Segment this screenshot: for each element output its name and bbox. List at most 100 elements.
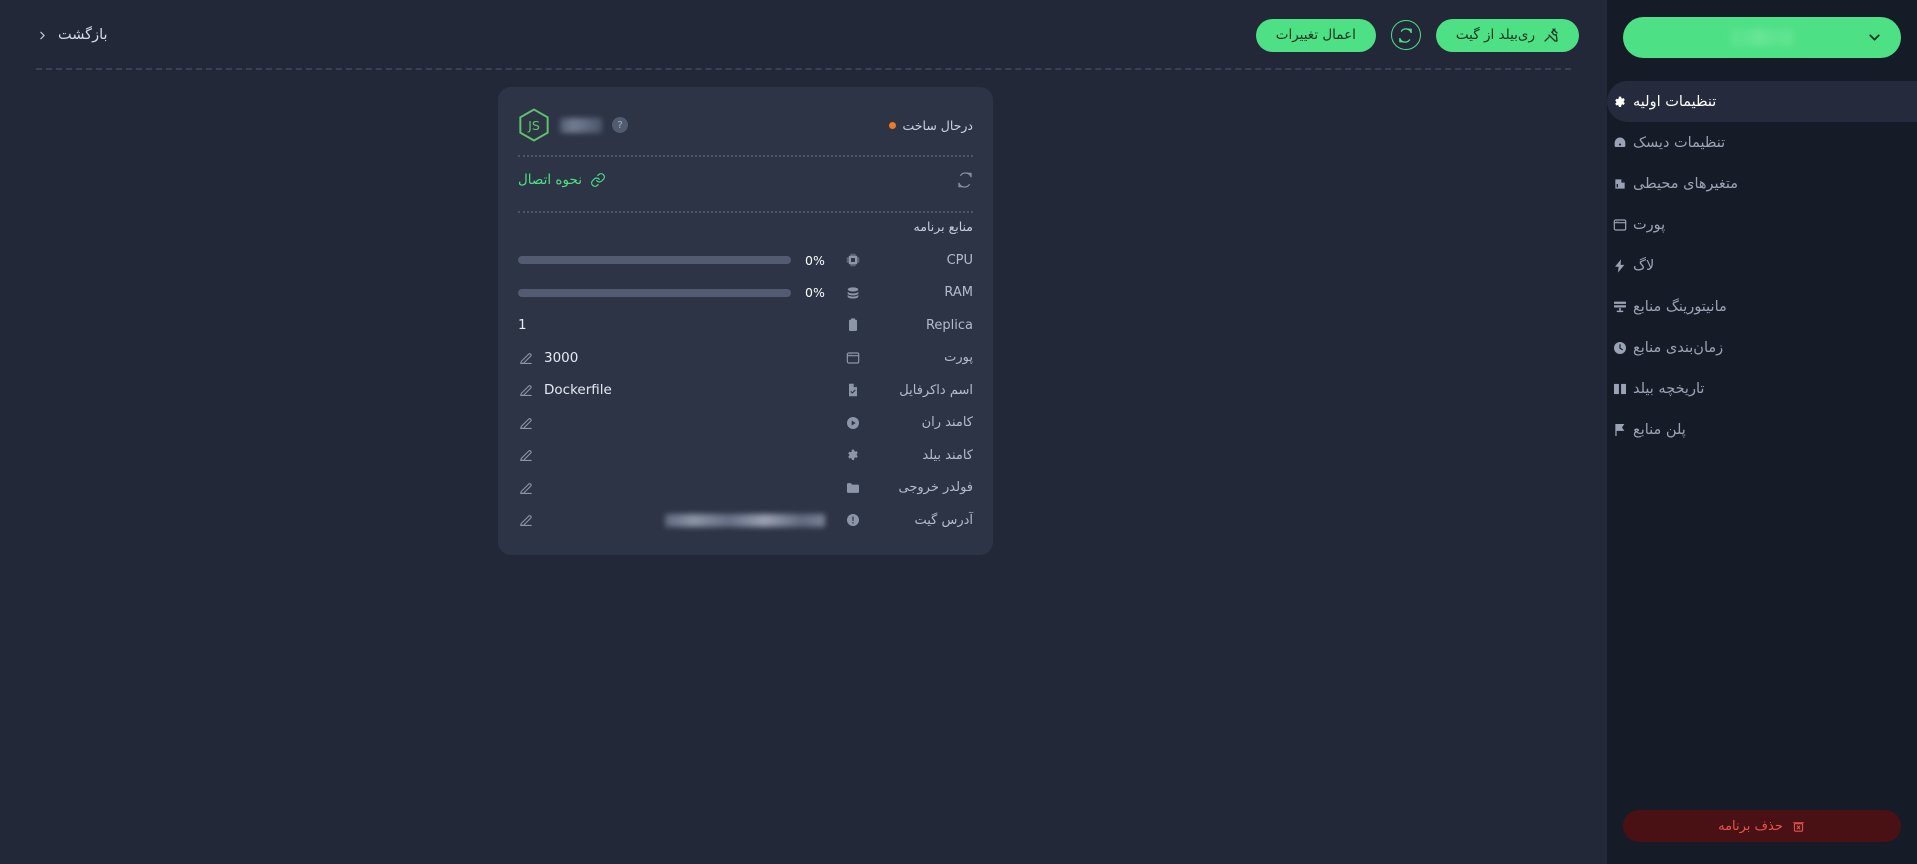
content-area: درحال ساخت ? JS نحوه اتصال منابع برنامه …	[0, 70, 1607, 864]
row-value-group: 1	[518, 317, 845, 333]
progress-group: 0%	[518, 253, 839, 268]
progress-group: 0%	[518, 285, 839, 300]
nodejs-hexagon-icon: JS	[519, 108, 549, 142]
delete-app-label: حذف برنامه	[1718, 818, 1783, 834]
status-label: درحال ساخت	[902, 117, 973, 133]
status-dot-icon	[888, 121, 896, 129]
chevron-down-icon	[1866, 29, 1883, 46]
sidebar-item-7[interactable]: زمان‌بندی منابع	[1607, 327, 1917, 368]
bolt-icon	[1607, 258, 1633, 274]
row-label: فولدر خروجی	[898, 480, 973, 496]
value-group	[518, 480, 839, 496]
tools-icon	[1544, 28, 1558, 42]
gear-icon	[845, 447, 861, 463]
sidebar-item-label: تنظیمات اولیه	[1633, 93, 1717, 110]
value-group: Dockerfile	[518, 382, 839, 398]
row-value: Dockerfile	[544, 382, 612, 399]
value-group	[518, 447, 839, 463]
file-check-icon	[845, 382, 861, 398]
rebuild-from-git-label: ری‌بیلد از گیت	[1455, 27, 1535, 43]
clock-icon	[1607, 340, 1633, 356]
row-label: CPU	[946, 252, 973, 268]
toolbar-actions: اعمال تغییرات ری‌بیلد از گیت	[1255, 18, 1579, 52]
chevron-left-icon	[40, 31, 45, 39]
row-label-group: آدرس گیت	[845, 512, 973, 528]
refresh-button[interactable]	[1390, 20, 1421, 50]
resource-row: CPU 0%	[518, 244, 973, 277]
back-button[interactable]: بازگشت	[36, 27, 108, 43]
sidebar-item-label: تاریخچه بیلد	[1633, 380, 1705, 397]
row-label: پورت	[944, 350, 973, 366]
gear-icon	[1607, 94, 1633, 110]
sidebar-item-1[interactable]: تنظیمات اولیه	[1607, 81, 1917, 122]
resource-row: اسم داکرفایل Dockerfile	[518, 374, 973, 407]
row-value-group: Dockerfile	[518, 382, 845, 398]
resource-row: RAM 0%	[518, 277, 973, 310]
rebuild-from-git-button[interactable]: ری‌بیلد از گیت	[1435, 18, 1579, 52]
sidebar-item-label: تنظیمات دیسک	[1633, 134, 1726, 151]
project-name-redacted	[1731, 29, 1793, 46]
window-icon	[1607, 217, 1633, 233]
sidebar-item-6[interactable]: مانیتورینگ منابع	[1607, 286, 1917, 327]
sidebar-item-label: پورت	[1633, 216, 1666, 233]
ram-icon	[845, 285, 861, 301]
edit-button[interactable]	[518, 447, 534, 463]
card-refresh-button[interactable]	[957, 172, 973, 188]
nodejs-logo: JS	[518, 108, 550, 142]
info-icon	[845, 512, 861, 528]
row-label: اسم داکرفایل	[899, 382, 973, 398]
edit-button[interactable]	[518, 350, 534, 366]
edit-button[interactable]	[518, 415, 534, 431]
status-badge: درحال ساخت	[888, 117, 973, 133]
sidebar-header	[1607, 0, 1917, 58]
sidebar-item-3[interactable]: متغیرهای محیطی	[1607, 163, 1917, 204]
sidebar-item-8[interactable]: تاریخچه بیلد	[1607, 368, 1917, 409]
main-region: اعمال تغییرات ری‌بیلد از گیت	[0, 0, 1607, 864]
project-selector[interactable]	[1623, 17, 1901, 58]
row-value-group: 0%	[518, 285, 845, 300]
row-label-group: RAM	[845, 285, 973, 301]
flag-icon	[1607, 422, 1633, 438]
help-circle-icon[interactable]: ?	[612, 117, 628, 133]
cpu-icon	[845, 252, 861, 268]
sidebar-item-5[interactable]: لاگ	[1607, 245, 1917, 286]
edit-button[interactable]	[518, 480, 534, 496]
memory-icon	[1607, 176, 1633, 192]
sidebar-footer: حذف برنامه	[1607, 810, 1917, 864]
apply-changes-button[interactable]: اعمال تغییرات	[1255, 18, 1376, 52]
row-label: RAM	[944, 285, 973, 301]
toolbar-navigation: بازگشت	[36, 27, 108, 43]
sidebar-item-9[interactable]: پلن منابع	[1607, 409, 1917, 450]
row-value-group: 3000	[518, 350, 845, 366]
value-group: 1	[518, 317, 839, 333]
how-to-connect-link[interactable]: نحوه اتصال	[518, 172, 606, 188]
progress-value: 0%	[805, 285, 825, 301]
sidebar-item-label: پلن منابع	[1633, 421, 1686, 438]
refresh-icon	[1399, 27, 1413, 43]
trash-x-icon	[1792, 821, 1804, 832]
delete-app-button[interactable]: حذف برنامه	[1623, 810, 1901, 842]
row-value: 1	[518, 317, 527, 334]
edit-button[interactable]	[518, 512, 534, 528]
row-label-group: CPU	[845, 252, 973, 268]
sidebar-item-4[interactable]: پورت	[1607, 204, 1917, 245]
edit-button[interactable]	[518, 382, 534, 398]
row-value-group	[518, 447, 845, 463]
resource-row: کامند بیلد	[518, 439, 973, 472]
card-header: درحال ساخت ? JS	[518, 103, 973, 147]
row-label-group: پورت	[845, 350, 973, 366]
card-divider-mid	[518, 211, 973, 213]
row-value-group	[518, 480, 845, 496]
row-label: آدرس گیت	[914, 512, 973, 528]
top-toolbar: اعمال تغییرات ری‌بیلد از گیت	[0, 0, 1607, 70]
resource-row: کامند ران	[518, 407, 973, 440]
sidebar-item-2[interactable]: تنظیمات دیسک	[1607, 122, 1917, 163]
disk-icon	[1607, 135, 1633, 151]
sidebar-item-label: زمان‌بندی منابع	[1633, 339, 1724, 356]
apply-changes-label: اعمال تغییرات	[1275, 27, 1356, 43]
resource-row: آدرس گیت	[518, 504, 973, 537]
monitor-icon	[1607, 299, 1633, 315]
row-label-group: کامند ران	[845, 415, 973, 431]
row-label-group: Replica	[845, 317, 973, 333]
card-identity: ? JS	[518, 108, 628, 142]
